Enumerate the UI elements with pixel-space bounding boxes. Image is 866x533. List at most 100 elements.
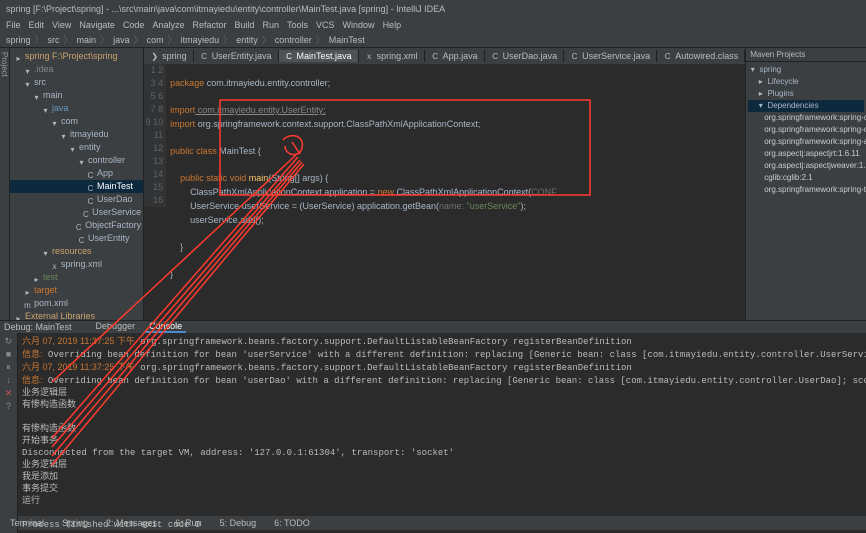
menu-vcs[interactable]: VCS bbox=[316, 20, 335, 30]
breadcrumb-sep: 〉 bbox=[64, 33, 73, 46]
tree-node[interactable]: ▸test bbox=[10, 271, 143, 284]
status-item[interactable]: Spring bbox=[58, 518, 92, 528]
menu-run[interactable]: Run bbox=[263, 20, 280, 30]
maven-node[interactable]: ▾ spring bbox=[748, 64, 864, 76]
menu-view[interactable]: View bbox=[52, 20, 71, 30]
console-output[interactable]: 六月 07, 2019 11:37:25 下午 org.springframew… bbox=[18, 333, 866, 533]
breadcrumb-item[interactable]: src bbox=[48, 35, 60, 45]
code-area[interactable]: package com.itmayiedu.entity.controller;… bbox=[166, 64, 745, 320]
editor-tab[interactable]: xspring.xml bbox=[359, 50, 425, 62]
status-item[interactable]: Terminal bbox=[6, 518, 48, 528]
stop-icon[interactable]: ■ bbox=[4, 349, 14, 359]
tree-icon: ▾ bbox=[41, 104, 50, 113]
menu-file[interactable]: File bbox=[6, 20, 21, 30]
breadcrumb-sep: 〉 bbox=[223, 33, 232, 46]
tree-node[interactable]: ▾main bbox=[10, 89, 143, 102]
maven-panel[interactable]: Maven Projects ▾ spring▸ Lifecycle▸ Plug… bbox=[745, 48, 866, 320]
breadcrumb-item[interactable]: entity bbox=[236, 35, 258, 45]
status-item[interactable]: 2: Messages bbox=[102, 518, 161, 528]
tree-node[interactable]: ▾controller bbox=[10, 154, 143, 167]
window-title: spring [F:\Project\spring] - ...\src\mai… bbox=[6, 4, 445, 14]
tree-node[interactable]: ▾src bbox=[10, 76, 143, 89]
tree-node[interactable]: ▾.idea bbox=[10, 63, 143, 76]
maven-node[interactable]: ▾ Dependencies bbox=[748, 100, 864, 112]
tree-node[interactable]: CMainTest bbox=[10, 180, 143, 193]
file-icon: ❯ bbox=[150, 52, 159, 61]
line-gutter: 1 2 3 4 5 6 7 8 9 10 11 12 13 14 15 16 bbox=[144, 64, 166, 207]
editor-tab[interactable]: ❯spring bbox=[144, 50, 194, 62]
tree-icon: C bbox=[86, 169, 95, 178]
menu-navigate[interactable]: Navigate bbox=[79, 20, 115, 30]
close-icon[interactable]: ✕ bbox=[4, 388, 14, 398]
rerun-icon[interactable]: ↻ bbox=[4, 336, 14, 346]
menu-code[interactable]: Code bbox=[123, 20, 145, 30]
maven-node[interactable]: ▸ Plugins bbox=[748, 88, 864, 100]
menu-window[interactable]: Window bbox=[343, 20, 375, 30]
left-tool-strip[interactable]: Project bbox=[0, 48, 10, 320]
debug-tab[interactable]: Debugger bbox=[92, 321, 140, 333]
status-item[interactable]: 6: TODO bbox=[270, 518, 314, 528]
maven-node[interactable]: org.springframework:spring-aop:4.3.3.REL… bbox=[748, 136, 864, 148]
breadcrumb-item[interactable]: itmayiedu bbox=[181, 35, 220, 45]
editor-tab[interactable]: CAutowired.class bbox=[657, 50, 745, 62]
maven-node[interactable]: org.aspectj:aspectjweaver:1.6.11 bbox=[748, 160, 864, 172]
editor-area: ❯springCUserEntity.javaCMainTest.javaxsp… bbox=[144, 48, 745, 320]
breadcrumb-item[interactable]: spring bbox=[6, 35, 31, 45]
tree-icon: ▸ bbox=[32, 273, 41, 282]
step-icon[interactable]: ↓ bbox=[4, 375, 14, 385]
editor-tab[interactable]: CMainTest.java bbox=[279, 50, 359, 62]
menu-build[interactable]: Build bbox=[234, 20, 254, 30]
tree-node[interactable]: ▾resources bbox=[10, 245, 143, 258]
tree-node[interactable]: ▸target bbox=[10, 284, 143, 297]
titlebar: spring [F:\Project\spring] - ...\src\mai… bbox=[0, 0, 866, 18]
tree-node[interactable]: ▾itmayiedu bbox=[10, 128, 143, 141]
maven-node[interactable]: cglib:cglib:2.1 bbox=[748, 172, 864, 184]
maven-node[interactable]: org.springframework:spring-core:5.0.5.RE… bbox=[748, 112, 864, 124]
tree-node[interactable]: mpom.xml bbox=[10, 297, 143, 310]
tree-node[interactable]: ▸spring F:\Project\spring bbox=[10, 50, 143, 63]
project-tree[interactable]: ▸spring F:\Project\spring▾.idea▾src▾main… bbox=[10, 48, 144, 320]
maven-node[interactable]: org.springframework:spring-tx:4.2.4.RELE… bbox=[748, 184, 864, 196]
breadcrumb-item[interactable]: controller bbox=[275, 35, 312, 45]
editor-tab[interactable]: CApp.java bbox=[425, 50, 485, 62]
menu-tools[interactable]: Tools bbox=[287, 20, 308, 30]
tree-node[interactable]: CObjectFactory bbox=[10, 219, 143, 232]
tree-node[interactable]: ▾entity bbox=[10, 141, 143, 154]
tree-node[interactable]: ▸External Libraries bbox=[10, 310, 143, 320]
editor-tab[interactable]: CUserService.java bbox=[564, 50, 657, 62]
debug-tab[interactable]: Console bbox=[145, 321, 186, 333]
debug-side-toolbar[interactable]: ↻ ■ ⏸ ↓ ✕ ? bbox=[0, 333, 18, 533]
breadcrumb-item[interactable]: java bbox=[113, 35, 130, 45]
breadcrumb-item[interactable]: com bbox=[147, 35, 164, 45]
tree-node[interactable]: ▾com bbox=[10, 115, 143, 128]
help-icon[interactable]: ? bbox=[4, 401, 14, 411]
breadcrumb-item[interactable]: MainTest bbox=[329, 35, 365, 45]
maven-panel-title: Maven Projects bbox=[746, 48, 866, 62]
menu-analyze[interactable]: Analyze bbox=[152, 20, 184, 30]
menu-edit[interactable]: Edit bbox=[29, 20, 45, 30]
tree-node[interactable]: CUserEntity bbox=[10, 232, 143, 245]
maven-node[interactable]: org.springframework:spring-context:5.0.5… bbox=[748, 124, 864, 136]
maven-node[interactable]: ▸ Lifecycle bbox=[748, 76, 864, 88]
menu-help[interactable]: Help bbox=[383, 20, 402, 30]
tree-node[interactable]: CUserDao bbox=[10, 193, 143, 206]
tree-node[interactable]: CApp bbox=[10, 167, 143, 180]
tree-node[interactable]: CUserService bbox=[10, 206, 143, 219]
editor-tab[interactable]: CUserEntity.java bbox=[194, 50, 279, 62]
tree-icon: C bbox=[77, 234, 86, 243]
breadcrumb-item[interactable]: main bbox=[77, 35, 97, 45]
menu-refactor[interactable]: Refactor bbox=[192, 20, 226, 30]
tree-node[interactable]: xspring.xml bbox=[10, 258, 143, 271]
tree-icon: ▾ bbox=[32, 91, 41, 100]
maven-node[interactable]: org.aspectj:aspectjrt:1.6.11 bbox=[748, 148, 864, 160]
project-tool-label[interactable]: Project bbox=[0, 52, 9, 77]
tree-node[interactable]: ▾java bbox=[10, 102, 143, 115]
editor-tabs[interactable]: ❯springCUserEntity.javaCMainTest.javaxsp… bbox=[144, 48, 745, 64]
status-item[interactable]: 5: Debug bbox=[216, 518, 261, 528]
status-item[interactable]: 6: Run bbox=[171, 518, 206, 528]
tree-icon: C bbox=[86, 195, 95, 204]
tree-icon: ▸ bbox=[14, 312, 23, 320]
editor-tab[interactable]: CUserDao.java bbox=[485, 50, 565, 62]
pause-icon[interactable]: ⏸ bbox=[4, 362, 14, 372]
tree-icon: ▾ bbox=[41, 247, 50, 256]
